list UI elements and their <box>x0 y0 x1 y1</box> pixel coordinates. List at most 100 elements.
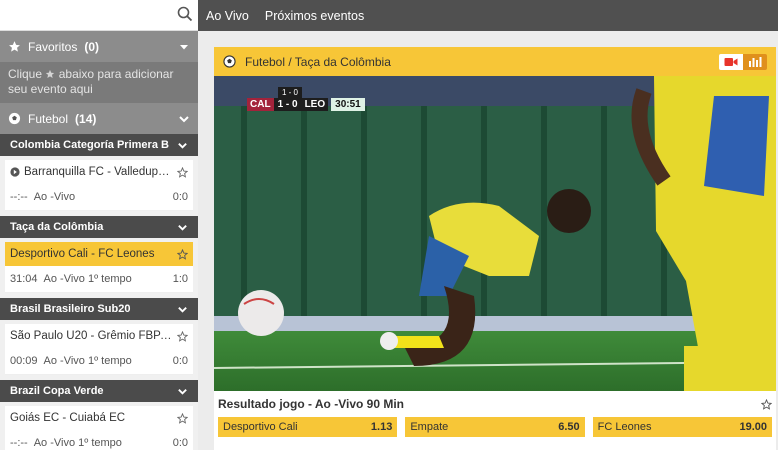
match-info-row: --:-- Ao -Vivo 0:0 <box>5 184 193 210</box>
match-time: --:-- <box>10 437 28 449</box>
match-title-row[interactable]: Barranquilla FC - Valledupar FC <box>5 160 193 184</box>
league-header[interactable]: Brazil Copa Verde <box>0 380 198 402</box>
odd-label: Desportivo Cali <box>223 421 298 433</box>
league-name: Colombia Categoría Primera B <box>10 139 169 151</box>
match-period: 1º tempo <box>87 273 132 285</box>
odd-value: 1.13 <box>370 421 393 433</box>
odd-value: 6.50 <box>558 421 580 433</box>
league-header[interactable]: Brasil Brasileiro Sub20 <box>0 298 198 320</box>
search-icon[interactable] <box>177 6 193 22</box>
mini-score: 1 - 0 <box>278 87 303 98</box>
sport-label: Futebol <box>28 111 69 126</box>
match-clock: 30:51 <box>331 98 365 111</box>
sidebar: Favoritos (0) Clique abaixo para adicion… <box>0 0 198 450</box>
favorite-star-icon[interactable] <box>177 412 188 424</box>
odd-button-away[interactable]: FC Leones 19.00 <box>592 417 772 437</box>
league-group: Brasil Brasileiro Sub20 São Paulo U20 - … <box>0 298 198 375</box>
odd-label: Empate <box>410 421 449 433</box>
match-name: Barranquilla FC - Valledupar FC <box>24 166 173 178</box>
live-video[interactable]: 1 - 0 CAL 1 - 0 LEO 30:51 <box>214 76 776 391</box>
match-time: 00:09 <box>10 355 38 367</box>
match-item[interactable]: Barranquilla FC - Valledupar FC --:-- Ao… <box>5 160 193 211</box>
match-item[interactable]: São Paulo U20 - Grêmio FBPA Sub20 00:09 … <box>5 324 193 375</box>
match-period: 1º tempo <box>78 437 122 449</box>
league-group: Taça da Colômbia Desportivo Cali - FC Le… <box>0 216 198 293</box>
soccer-ball-icon <box>223 55 236 68</box>
odd-button-home[interactable]: Desportivo Cali 1.13 <box>218 417 398 437</box>
favorites-count: (0) <box>84 39 100 54</box>
odd-button-draw[interactable]: Empate 6.50 <box>405 417 585 437</box>
match-status: Ao -Vivo <box>43 273 85 285</box>
tab-live[interactable]: Ao Vivo <box>206 9 249 23</box>
chevron-down-icon[interactable] <box>177 386 188 397</box>
match-info-row: --:-- Ao -Vivo 1º tempo 0:0 <box>5 430 193 450</box>
top-nav: Ao Vivo Próximos eventos <box>198 0 778 31</box>
match-status: Ao -Vivo <box>43 355 85 367</box>
home-team-code: CAL <box>247 98 274 111</box>
event-header: Futebol / Taça da Colômbia <box>214 47 776 76</box>
match-time: --:-- <box>10 191 28 203</box>
play-icon <box>10 167 20 177</box>
stats-chart-icon[interactable] <box>743 53 767 70</box>
caret-down-icon[interactable] <box>178 41 190 53</box>
video-camera-icon[interactable] <box>719 53 743 70</box>
odd-label: FC Leones <box>597 421 652 433</box>
favorite-star-icon[interactable] <box>177 248 188 260</box>
favorite-star-icon[interactable] <box>177 330 188 342</box>
video-scoreboard: CAL 1 - 0 LEO 30:51 <box>247 98 365 111</box>
search-bar[interactable] <box>0 0 198 31</box>
chevron-down-icon[interactable] <box>177 140 188 151</box>
match-score: 0:0 <box>172 191 188 203</box>
match-score: 0:0 <box>172 355 188 367</box>
match-name: Goiás EC - Cuiabá EC <box>10 412 126 424</box>
tab-upcoming[interactable]: Próximos eventos <box>265 9 364 23</box>
breadcrumb: Futebol / Taça da Colômbia <box>245 54 391 69</box>
view-toggle <box>719 53 767 70</box>
match-title-row[interactable]: Desportivo Cali - FC Leones <box>5 242 193 266</box>
sport-count: (14) <box>75 111 97 126</box>
market-header: Resultado jogo - Ao -Vivo 90 Min <box>214 391 776 417</box>
odd-value: 19.00 <box>739 421 767 433</box>
favorite-star-icon[interactable] <box>177 166 188 178</box>
chevron-down-icon[interactable] <box>177 304 188 315</box>
event-panel: Futebol / Taça da Colômbia 1 - 0 CAL 1 -… <box>214 47 776 450</box>
match-time: 31:04 <box>10 273 38 285</box>
app-root: Favoritos (0) Clique abaixo para adicion… <box>0 0 778 450</box>
match-info-row: 31:04 Ao -Vivo 1º tempo 1:0 <box>5 266 193 292</box>
favorites-hint: Clique abaixo para adicionar seu evento … <box>0 62 198 103</box>
match-score: 1:0 <box>172 273 188 285</box>
soccer-ball-icon <box>8 112 21 125</box>
star-icon <box>8 40 21 53</box>
star-icon <box>45 68 55 78</box>
match-name: São Paulo U20 - Grêmio FBPA Sub20 <box>10 330 173 342</box>
main-content: Futebol / Taça da Colômbia 1 - 0 CAL 1 -… <box>198 31 778 450</box>
league-name: Brazil Copa Verde <box>10 385 104 397</box>
match-period: 1º tempo <box>87 355 132 367</box>
market-title: Resultado jogo - Ao -Vivo 90 Min <box>218 397 405 411</box>
favorites-header[interactable]: Favoritos (0) <box>0 31 198 62</box>
match-item[interactable]: Goiás EC - Cuiabá EC --:-- Ao -Vivo 1º t… <box>5 406 193 450</box>
match-title-row[interactable]: Goiás EC - Cuiabá EC <box>5 406 193 430</box>
league-header[interactable]: Colombia Categoría Primera B <box>0 134 198 156</box>
chevron-down-icon[interactable] <box>177 222 188 233</box>
sport-header-football[interactable]: Futebol (14) <box>0 103 198 134</box>
away-team-code: LEO <box>301 98 329 111</box>
league-group: Colombia Categoría Primera B Barranquill… <box>0 134 198 211</box>
favorites-label: Favoritos <box>28 39 78 54</box>
chevron-down-icon[interactable] <box>178 113 190 125</box>
league-header[interactable]: Taça da Colômbia <box>0 216 198 238</box>
favorites-hint-pre: Clique <box>8 67 43 81</box>
league-name: Taça da Colômbia <box>10 221 104 233</box>
league-group: Brazil Copa Verde Goiás EC - Cuiabá EC -… <box>0 380 198 450</box>
match-title-row[interactable]: São Paulo U20 - Grêmio FBPA Sub20 <box>5 324 193 348</box>
match-status: Ao -Vivo <box>33 437 76 449</box>
favorite-star-icon[interactable] <box>761 398 772 410</box>
match-score: 0:0 <box>172 437 188 449</box>
video-frame <box>214 76 776 391</box>
scoreboard-score: 1 - 0 <box>273 98 302 111</box>
match-info-row: 00:09 Ao -Vivo 1º tempo 0:0 <box>5 348 193 374</box>
match-name: Desportivo Cali - FC Leones <box>10 248 155 260</box>
odds-row: Desportivo Cali 1.13 Empate 6.50 FC Leon… <box>214 417 776 437</box>
match-item[interactable]: Desportivo Cali - FC Leones 31:04 Ao -Vi… <box>5 242 193 293</box>
match-status: Ao -Vivo <box>33 191 76 203</box>
